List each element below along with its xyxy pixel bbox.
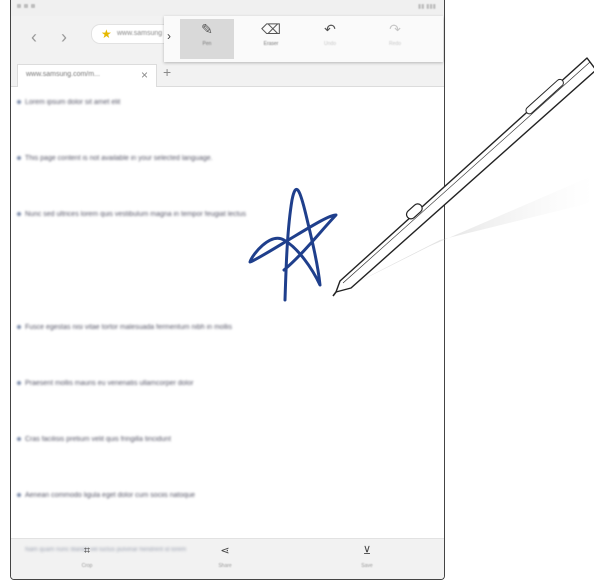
drawing-overlay [248, 57, 594, 302]
pen-shadow [352, 175, 594, 285]
s-pen-stylus [332, 57, 594, 297]
handwritten-star-stroke [248, 187, 338, 302]
